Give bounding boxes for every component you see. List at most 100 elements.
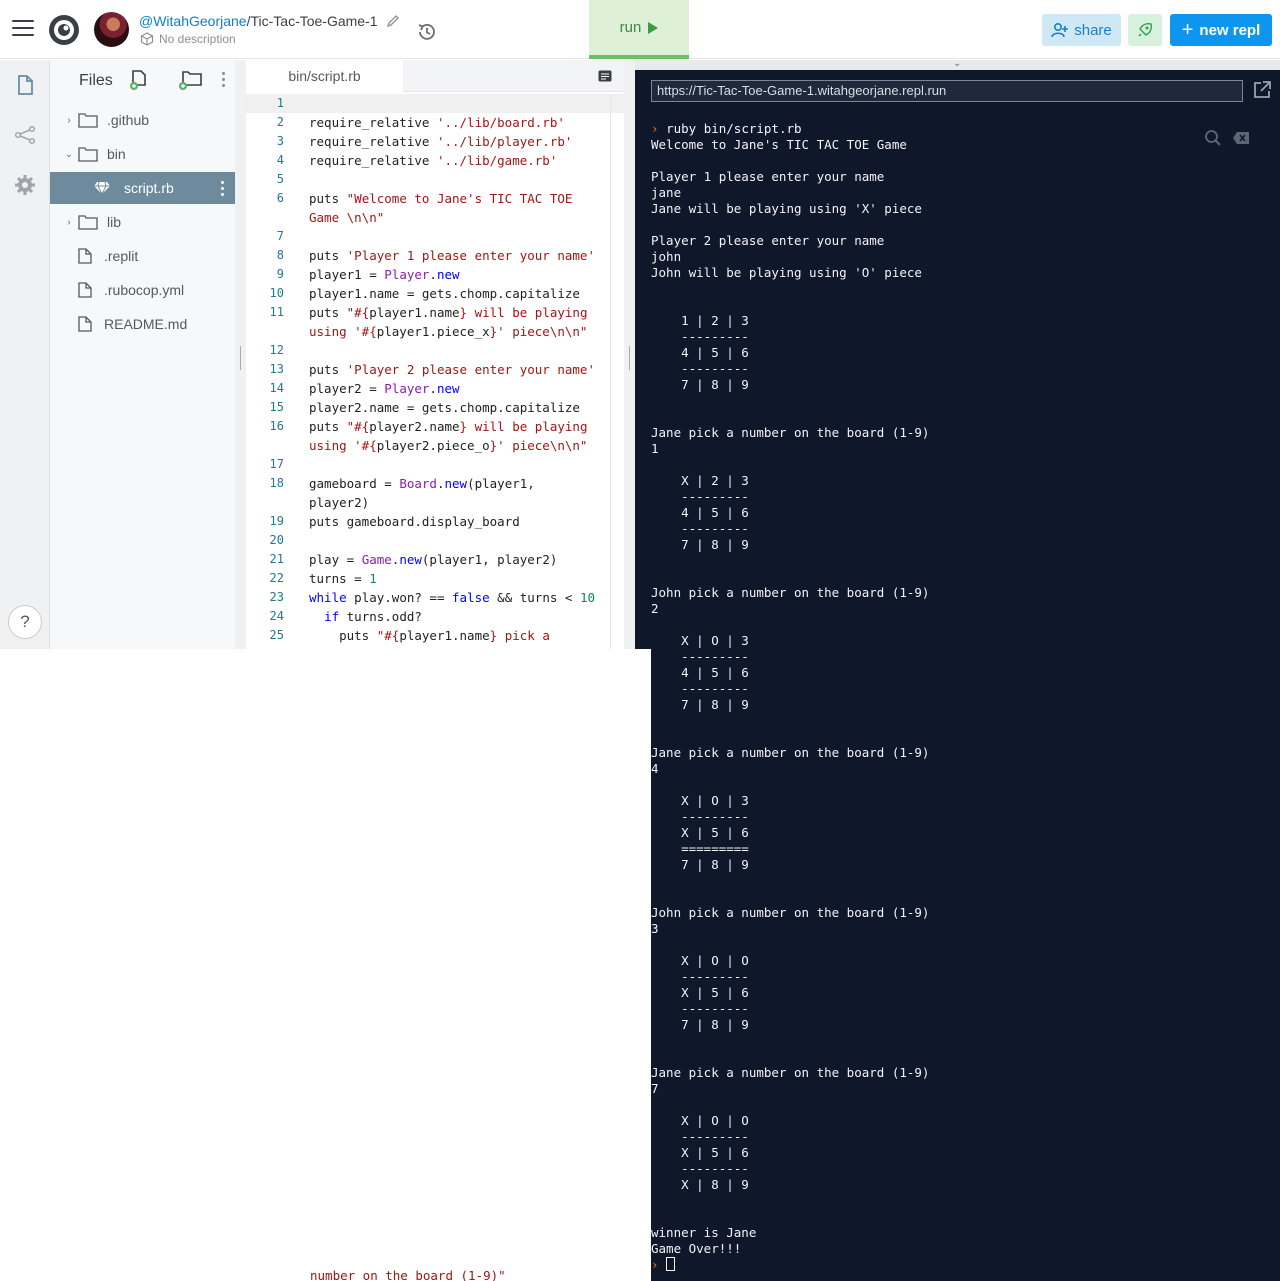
editor-bottom-snippet: number on the board (1-9)" bbox=[310, 1268, 506, 1281]
file-icon bbox=[78, 316, 92, 332]
tree-item-label: README.md bbox=[104, 316, 188, 332]
line-number: 16 bbox=[269, 419, 284, 433]
share-label: share bbox=[1074, 21, 1112, 39]
line-number: 9 bbox=[276, 267, 284, 281]
files-panel: Files › .github ⌄ bin script.rb › lib .r… bbox=[50, 60, 235, 649]
line-number: 3 bbox=[276, 134, 284, 148]
chevron-down-icon: ⌄ bbox=[953, 60, 962, 69]
webview-url-field[interactable]: https://Tic-Tac-Toe-Game-1.witahgeorjane… bbox=[651, 80, 1243, 102]
row-more-icon[interactable] bbox=[219, 181, 225, 199]
avatar[interactable] bbox=[94, 12, 129, 47]
files-icon[interactable] bbox=[14, 74, 36, 96]
help-button[interactable]: ? bbox=[8, 605, 42, 639]
tree-item-replit[interactable]: .replit bbox=[50, 240, 235, 272]
line-number bbox=[246, 493, 290, 512]
files-title: Files bbox=[79, 72, 113, 89]
tree-item-rubocop[interactable]: .rubocop.yml bbox=[50, 274, 235, 306]
replit-logo-icon[interactable] bbox=[48, 14, 80, 46]
terminal-cursor bbox=[666, 1257, 676, 1271]
line-number: 12 bbox=[269, 343, 284, 357]
blank-region bbox=[0, 649, 651, 1281]
run-button[interactable]: run bbox=[589, 0, 689, 59]
line-number: 23 bbox=[269, 590, 284, 604]
line-number: 2 bbox=[276, 115, 284, 129]
repl-path: @WitahGeorjane/Tic-Tac-Toe-Game-1 bbox=[139, 13, 378, 29]
clear-console-icon[interactable] bbox=[1232, 131, 1250, 145]
ruby-icon bbox=[94, 181, 110, 195]
console-output: › ruby bin/script.rb Welcome to Jane's T… bbox=[651, 121, 1211, 1273]
folder-icon bbox=[78, 215, 98, 230]
folder-icon bbox=[78, 113, 98, 128]
files-more-icon[interactable] bbox=[220, 72, 226, 90]
new-repl-button[interactable]: + new repl bbox=[1170, 14, 1272, 46]
new-repl-label: new repl bbox=[1199, 21, 1261, 39]
line-number: 5 bbox=[276, 172, 284, 186]
line-number: 13 bbox=[269, 362, 284, 376]
line-number bbox=[246, 208, 290, 227]
line-number: 21 bbox=[269, 552, 284, 566]
plus-icon: + bbox=[1181, 19, 1194, 41]
open-in-new-tab-icon[interactable] bbox=[1252, 80, 1272, 100]
tree-item-readme[interactable]: README.md bbox=[50, 308, 235, 340]
side-rail: ? bbox=[0, 60, 50, 649]
console-panel[interactable]: ⌄ https://Tic-Tac-Toe-Game-1.witahgeorja… bbox=[635, 60, 1280, 1281]
play-icon bbox=[648, 21, 659, 34]
tree-item-label: .github bbox=[107, 112, 150, 128]
line-number: 11 bbox=[269, 305, 284, 319]
deploy-button[interactable] bbox=[1128, 14, 1162, 46]
tab-script-rb[interactable]: bin/script.rb bbox=[246, 60, 403, 92]
settings-icon[interactable] bbox=[14, 174, 36, 196]
console-collapse-bar[interactable]: ⌄ bbox=[635, 60, 1280, 70]
add-file-icon[interactable] bbox=[129, 69, 149, 91]
top-bar: @WitahGeorjane/Tic-Tac-Toe-Game-1 No des… bbox=[0, 0, 1280, 59]
panel-resize-handle[interactable] bbox=[235, 60, 246, 649]
line-number: 7 bbox=[276, 229, 284, 243]
line-number: 14 bbox=[269, 381, 284, 395]
line-number: 20 bbox=[269, 533, 284, 547]
tree-item-bin[interactable]: ⌄ bin bbox=[50, 138, 235, 170]
add-folder-icon[interactable] bbox=[177, 69, 203, 91]
panel-resize-handle[interactable] bbox=[624, 60, 635, 649]
console-command: ruby bin/script.rb bbox=[666, 121, 802, 136]
line-number bbox=[246, 436, 290, 455]
editor-tab-bar: bin/script.rb bbox=[246, 60, 624, 92]
tree-item-label: bin bbox=[107, 146, 126, 162]
line-number: 24 bbox=[269, 609, 284, 623]
owner-link[interactable]: @WitahGeorjane bbox=[139, 13, 247, 29]
add-user-icon bbox=[1051, 22, 1069, 38]
description-text: No description bbox=[159, 32, 236, 46]
code-area[interactable]: 1 2 require_relative '../lib/board.rb' 3r… bbox=[246, 94, 624, 645]
tree-item-lib[interactable]: › lib bbox=[50, 206, 235, 238]
line-number: 22 bbox=[269, 571, 284, 585]
line-number: 10 bbox=[269, 286, 284, 300]
chevron-right-icon: › bbox=[67, 114, 71, 126]
chevron-down-icon: ⌄ bbox=[64, 148, 74, 160]
line-number: 18 bbox=[269, 476, 284, 490]
menu-icon[interactable] bbox=[12, 20, 34, 38]
tree-item-label: lib bbox=[107, 214, 122, 230]
line-number: 17 bbox=[269, 457, 284, 471]
file-icon bbox=[78, 282, 92, 298]
tree-item-label: script.rb bbox=[124, 180, 174, 196]
prompt-icon: › bbox=[651, 1257, 659, 1272]
line-number: 4 bbox=[276, 153, 284, 167]
console-log: Welcome to Jane's TIC TAC TOE Game Playe… bbox=[651, 137, 930, 1256]
file-icon bbox=[78, 248, 92, 264]
editor-menu-icon[interactable] bbox=[598, 70, 612, 82]
line-number: 15 bbox=[269, 400, 284, 414]
line-number: 6 bbox=[276, 191, 284, 205]
repl-description[interactable]: No description bbox=[140, 32, 236, 46]
prompt-icon: › bbox=[651, 121, 659, 136]
tree-item-github[interactable]: › .github bbox=[50, 104, 235, 136]
line-number: 1 bbox=[276, 96, 284, 110]
repl-name[interactable]: Tic-Tac-Toe-Game-1 bbox=[250, 13, 377, 29]
line-number: 8 bbox=[276, 248, 284, 262]
version-control-icon[interactable] bbox=[14, 124, 36, 146]
tree-item-label: .rubocop.yml bbox=[104, 282, 185, 298]
tree-item-script-rb[interactable]: script.rb bbox=[50, 172, 235, 204]
pencil-icon[interactable] bbox=[386, 14, 400, 28]
rocket-icon bbox=[1138, 23, 1152, 37]
cube-icon bbox=[140, 32, 154, 46]
share-button[interactable]: share bbox=[1042, 14, 1121, 46]
history-icon[interactable] bbox=[416, 21, 438, 43]
